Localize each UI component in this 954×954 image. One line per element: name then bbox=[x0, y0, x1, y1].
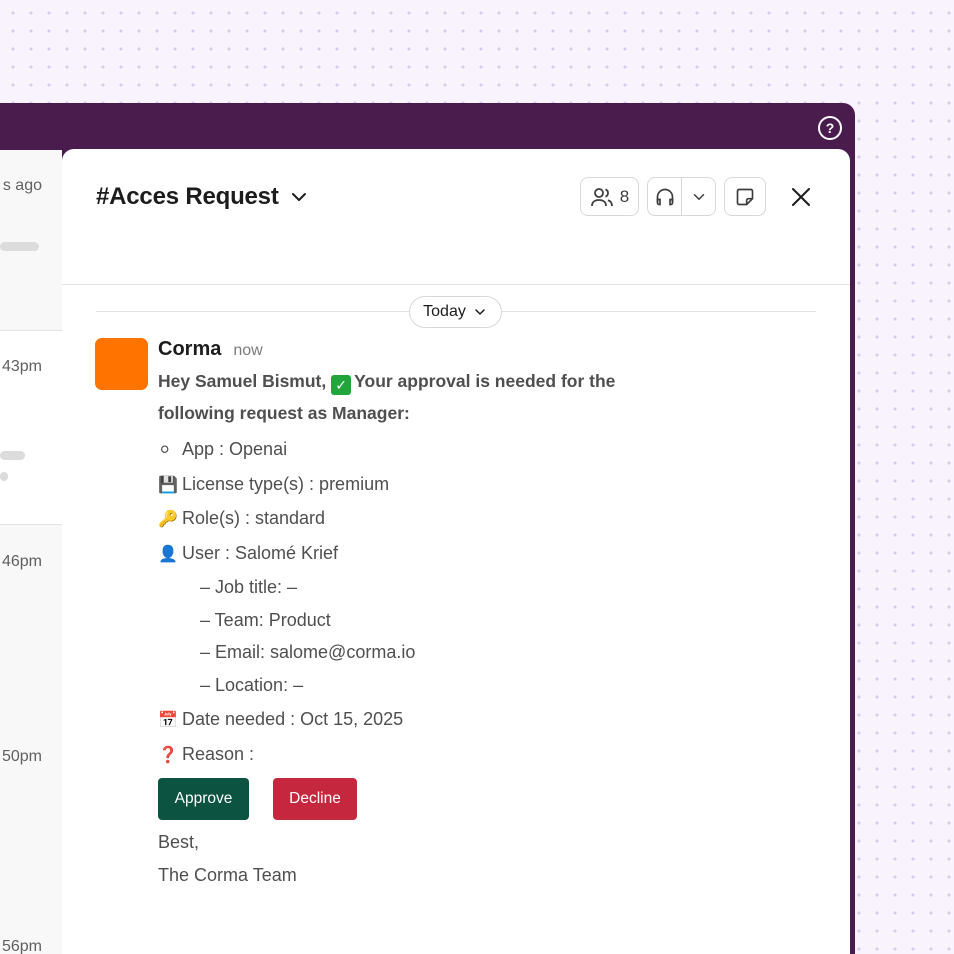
message-signoff: Best, bbox=[158, 832, 200, 852]
chevron-down-icon bbox=[693, 193, 704, 200]
headphones-icon bbox=[656, 188, 673, 205]
question-mark-icon: ❓ bbox=[158, 746, 178, 764]
approve-button[interactable]: Approve bbox=[158, 778, 249, 820]
channel-panel: #Acces Request 8 Today Corma now Hey Sam… bbox=[62, 149, 850, 954]
members-button[interactable]: 8 bbox=[580, 177, 639, 216]
note-icon bbox=[736, 188, 754, 205]
list-item-timestamp: s ago bbox=[2, 177, 42, 194]
sender-name[interactable]: Corma bbox=[158, 338, 221, 361]
close-icon bbox=[792, 188, 810, 206]
message-greeting: Hey Samuel Bismut, ✓ Your approval is nee… bbox=[158, 365, 718, 397]
decline-button[interactable]: Decline bbox=[273, 778, 357, 820]
check-mark-icon: ✓ bbox=[331, 375, 352, 395]
people-icon bbox=[590, 187, 613, 206]
calendar-icon: 📅 bbox=[158, 712, 178, 729]
detail-license-text: License type(s) : premium bbox=[182, 473, 390, 494]
detail-location: – Location: – bbox=[200, 674, 304, 695]
detail-user-text: User : Salomé Krief bbox=[182, 542, 339, 563]
avatar[interactable] bbox=[95, 338, 148, 390]
action-buttons: Approve Decline bbox=[158, 778, 718, 820]
greeting-rest: Your approval is needed for the bbox=[354, 371, 616, 391]
list-item-timestamp: 56pm bbox=[1, 938, 42, 954]
detail-date-needed-text: Date needed : Oct 15, 2025 bbox=[182, 709, 404, 729]
detail-app: ⚪ App : Openai bbox=[158, 433, 718, 468]
message-greeting-line2: following request as Manager: bbox=[158, 403, 410, 423]
detail-app-text: App : Openai bbox=[182, 439, 288, 459]
white-circle-icon: ⚪ bbox=[158, 442, 172, 459]
message: Corma now Hey Samuel Bismut, ✓ Your appro… bbox=[158, 338, 718, 891]
detail-role-text: Role(s) : standard bbox=[182, 508, 326, 528]
huddle-options[interactable] bbox=[682, 178, 715, 215]
conversation-list: s ago 43pm 46pm 50pm 56pm bbox=[0, 150, 62, 954]
date-divider-button[interactable]: Today bbox=[409, 296, 502, 328]
message-header: Corma now bbox=[158, 338, 718, 364]
help-icon[interactable]: ? bbox=[818, 116, 842, 140]
chevron-down-icon bbox=[475, 309, 485, 315]
list-item-timestamp: 46pm bbox=[1, 553, 42, 570]
detail-email: – Email: salome@corma.io bbox=[200, 642, 416, 662]
list-item-placeholder bbox=[0, 472, 8, 481]
detail-reason-text: Reason : bbox=[182, 743, 255, 764]
detail-team: – Team: Product bbox=[200, 609, 331, 630]
huddle-start[interactable] bbox=[648, 178, 681, 215]
header-divider bbox=[62, 284, 850, 285]
chevron-down-icon bbox=[291, 193, 306, 201]
detail-license: 💾 License type(s) : premium bbox=[158, 468, 718, 503]
huddle-button[interactable] bbox=[647, 177, 716, 216]
request-details: ⚪ App : Openai 💾 License type(s) : premium… bbox=[158, 433, 718, 772]
date-divider-label: Today bbox=[423, 303, 466, 320]
message-timestamp[interactable]: now bbox=[233, 342, 262, 360]
list-item-timestamp: 50pm bbox=[1, 748, 42, 765]
greeting-name: Hey Samuel Bismut, bbox=[158, 371, 327, 391]
channel-name: #Acces Request bbox=[96, 183, 279, 210]
member-count: 8 bbox=[619, 186, 630, 206]
floppy-disk-icon: 💾 bbox=[158, 476, 178, 494]
list-item-timestamp: 43pm bbox=[1, 358, 42, 375]
list-divider bbox=[0, 524, 62, 525]
list-item-placeholder bbox=[0, 451, 25, 460]
key-icon: 🔑 bbox=[158, 511, 178, 528]
detail-job-title: – Job title: – bbox=[200, 577, 298, 597]
detail-date-needed: 📅 Date needed : Oct 15, 2025 bbox=[158, 703, 718, 738]
detail-role: 🔑 Role(s) : standard bbox=[158, 502, 718, 537]
message-signature: The Corma Team bbox=[158, 864, 297, 885]
list-item-placeholder bbox=[0, 242, 39, 251]
detail-reason: ❓ Reason : bbox=[158, 738, 718, 773]
canvas-button[interactable] bbox=[724, 177, 766, 216]
user-silhouette-icon: 👤 bbox=[158, 545, 178, 563]
detail-user: 👤 User : Salomé Krief bbox=[158, 537, 718, 572]
channel-title[interactable]: #Acces Request bbox=[96, 183, 311, 211]
close-button[interactable] bbox=[786, 182, 816, 212]
